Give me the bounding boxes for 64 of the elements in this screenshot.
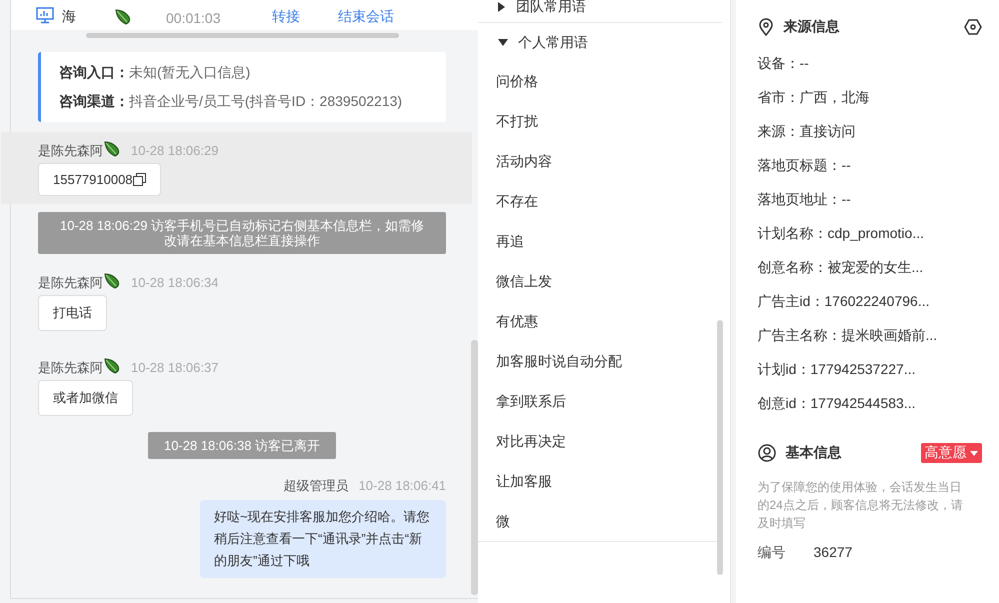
phrase-item[interactable]: 活动内容 [478,141,552,181]
phrase-item[interactable]: 有优惠 [478,301,538,341]
leaf-icon [103,140,121,158]
message-time: 10-28 18:06:34 [131,275,218,290]
source-field: 设备：-- [758,46,999,80]
message-time: 10-28 18:06:41 [358,478,446,493]
system-notice: 10-28 18:06:29 访客手机号已自动标记右侧基本信息栏，如需修改请在基本信息栏直接操作 [38,212,446,254]
phrase-item[interactable]: 不存在 [478,181,538,221]
source-field: 落地页标题：-- [758,148,999,182]
source-field: 创意id：177942544583... [758,386,999,420]
action-link[interactable]: 转接 [272,8,300,26]
phrase-item[interactable]: 问价格 [478,61,538,101]
leaf-icon [103,357,121,375]
info-line: 咨询渠道：抖音企业号/员工号(抖音号ID：2839502213) [59,92,404,111]
source-field: 计划名称：cdp_promotio... [758,216,999,250]
location-pin-icon [758,18,774,36]
intent-tag-dropdown[interactable]: 高意愿 [920,443,982,463]
scrollbar[interactable] [86,33,399,38]
source-field: 广告主id：176022240796... [758,284,999,318]
section-title: 来源信息 [784,18,840,36]
message-time: 10-28 18:06:37 [131,360,218,375]
sender-name: 是陈先森阿 [38,143,103,158]
phrase-item[interactable]: 不打扰 [478,101,538,141]
hint-text: 为了保障您的使用体验，会话发生当日的24点之后，顾客信息将无法修改，请及时填写 [758,479,964,532]
monitor-icon [36,7,54,24]
system-notice: 10-28 18:06:38 访客已离开 [148,432,336,459]
message-bubble: 或者加微信 [38,380,133,416]
phrase-item[interactable]: 微信上发 [478,261,552,301]
phrase-item[interactable]: 加客服时说自动分配 [478,341,622,381]
phrase-item[interactable]: 拿到联系后 [478,381,566,421]
sender-name: 是陈先森阿 [38,360,103,375]
field-label: 编号 [758,544,786,562]
caret-down-icon [970,450,978,456]
duration-text: 00:01:03 [166,10,222,26]
sender-name: 超级管理员 [284,478,349,493]
scrollbar[interactable] [717,320,724,575]
leaf-icon [103,272,121,290]
info-line: 咨询入口：未知(暂无入口信息) [59,63,252,82]
caret-right-icon [498,2,506,12]
source-field: 创意名称：被宠爱的女生... [758,250,999,284]
message-bubble: 好哒~现在安排客服加您介绍哈。请您稍后注意查看一下“通讯录”并点击“新的朋友”通过下哦 [200,500,446,578]
user-icon [758,444,776,462]
phrase-item[interactable]: 对比再决定 [478,421,566,461]
message-time: 10-28 18:06:29 [131,143,218,158]
location-text: 海 [62,8,77,26]
section-title: 基本信息 [786,444,842,462]
copy-icon[interactable] [132,173,146,186]
field-value: 36277 [814,544,852,562]
action-link[interactable]: 结束会话 [338,8,394,26]
settings-icon[interactable] [964,19,982,35]
source-field: 计划id：177942537227... [758,352,999,386]
message-bubble: 15577910008 [38,163,161,196]
phrase-item[interactable]: 让加客服 [478,461,552,501]
source-field: 落地页地址：-- [758,182,999,216]
phrase-item[interactable]: 微 [478,501,510,541]
phrase-item[interactable]: 再追 [478,221,524,261]
source-field: 来源：直接访问 [758,114,999,148]
leaf-icon [114,8,132,26]
source-field: 省市：广西，北海 [758,80,999,114]
sender-name: 是陈先森阿 [38,275,103,290]
caret-down-icon [498,39,508,47]
message-bubble: 打电话 [38,295,107,331]
scrollbar[interactable] [471,340,478,595]
source-field: 广告主名称：提米映画婚前... [758,318,999,352]
